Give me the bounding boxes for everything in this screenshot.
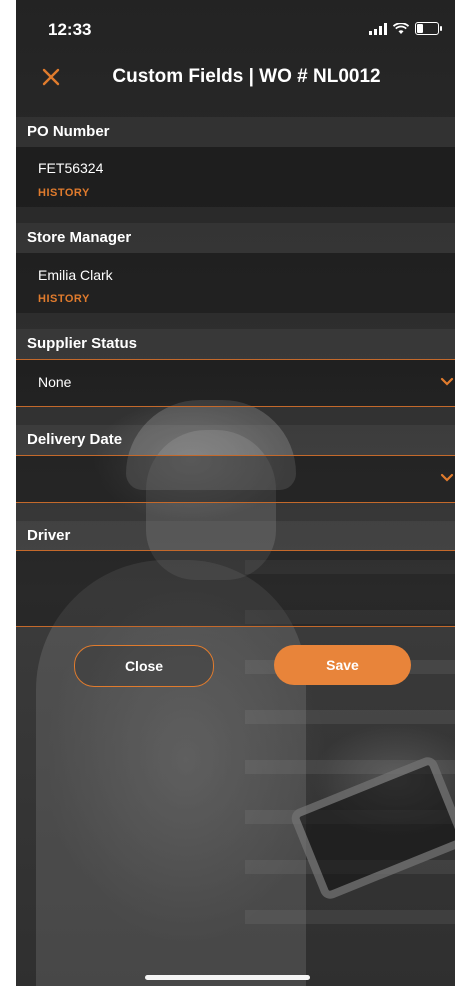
po-number-label: PO Number — [16, 117, 455, 147]
status-time: 12:33 — [48, 20, 92, 39]
driver-label: Driver — [16, 521, 455, 551]
status-icons — [369, 22, 442, 35]
po-number-field: FET56324 HISTORY — [16, 147, 455, 207]
supplier-status-label: Supplier Status — [16, 329, 455, 359]
chevron-down-icon — [440, 377, 454, 386]
wifi-icon — [393, 22, 409, 34]
supplier-status-value: None — [38, 374, 72, 390]
divider — [16, 626, 455, 627]
store-manager-value: Emilia Clark — [38, 267, 113, 283]
divider — [16, 502, 455, 503]
battery-icon — [415, 22, 442, 35]
po-number-history-link[interactable]: HISTORY — [38, 187, 90, 199]
save-button[interactable]: Save — [274, 645, 411, 685]
home-indicator[interactable] — [145, 975, 310, 980]
close-button[interactable]: Close — [74, 645, 214, 687]
delivery-date-label: Delivery Date — [16, 425, 455, 455]
store-manager-history-link[interactable]: HISTORY — [38, 293, 90, 305]
app-screen: 12:33 Custom Fields | WO # NL0012 PO Num… — [16, 0, 455, 986]
store-manager-label: Store Manager — [16, 223, 455, 253]
supplier-status-select[interactable]: None — [16, 360, 455, 406]
nav-header: Custom Fields | WO # NL0012 — [16, 62, 455, 114]
signal-icon — [369, 22, 387, 35]
driver-input[interactable] — [16, 551, 455, 626]
page-title: Custom Fields | WO # NL0012 — [112, 66, 381, 87]
po-number-value: FET56324 — [38, 160, 104, 176]
status-bar: 12:33 — [16, 0, 455, 62]
store-manager-field: Emilia Clark HISTORY — [16, 253, 455, 313]
divider — [16, 406, 455, 407]
chevron-down-icon — [440, 473, 454, 482]
delivery-date-select[interactable] — [16, 456, 455, 502]
